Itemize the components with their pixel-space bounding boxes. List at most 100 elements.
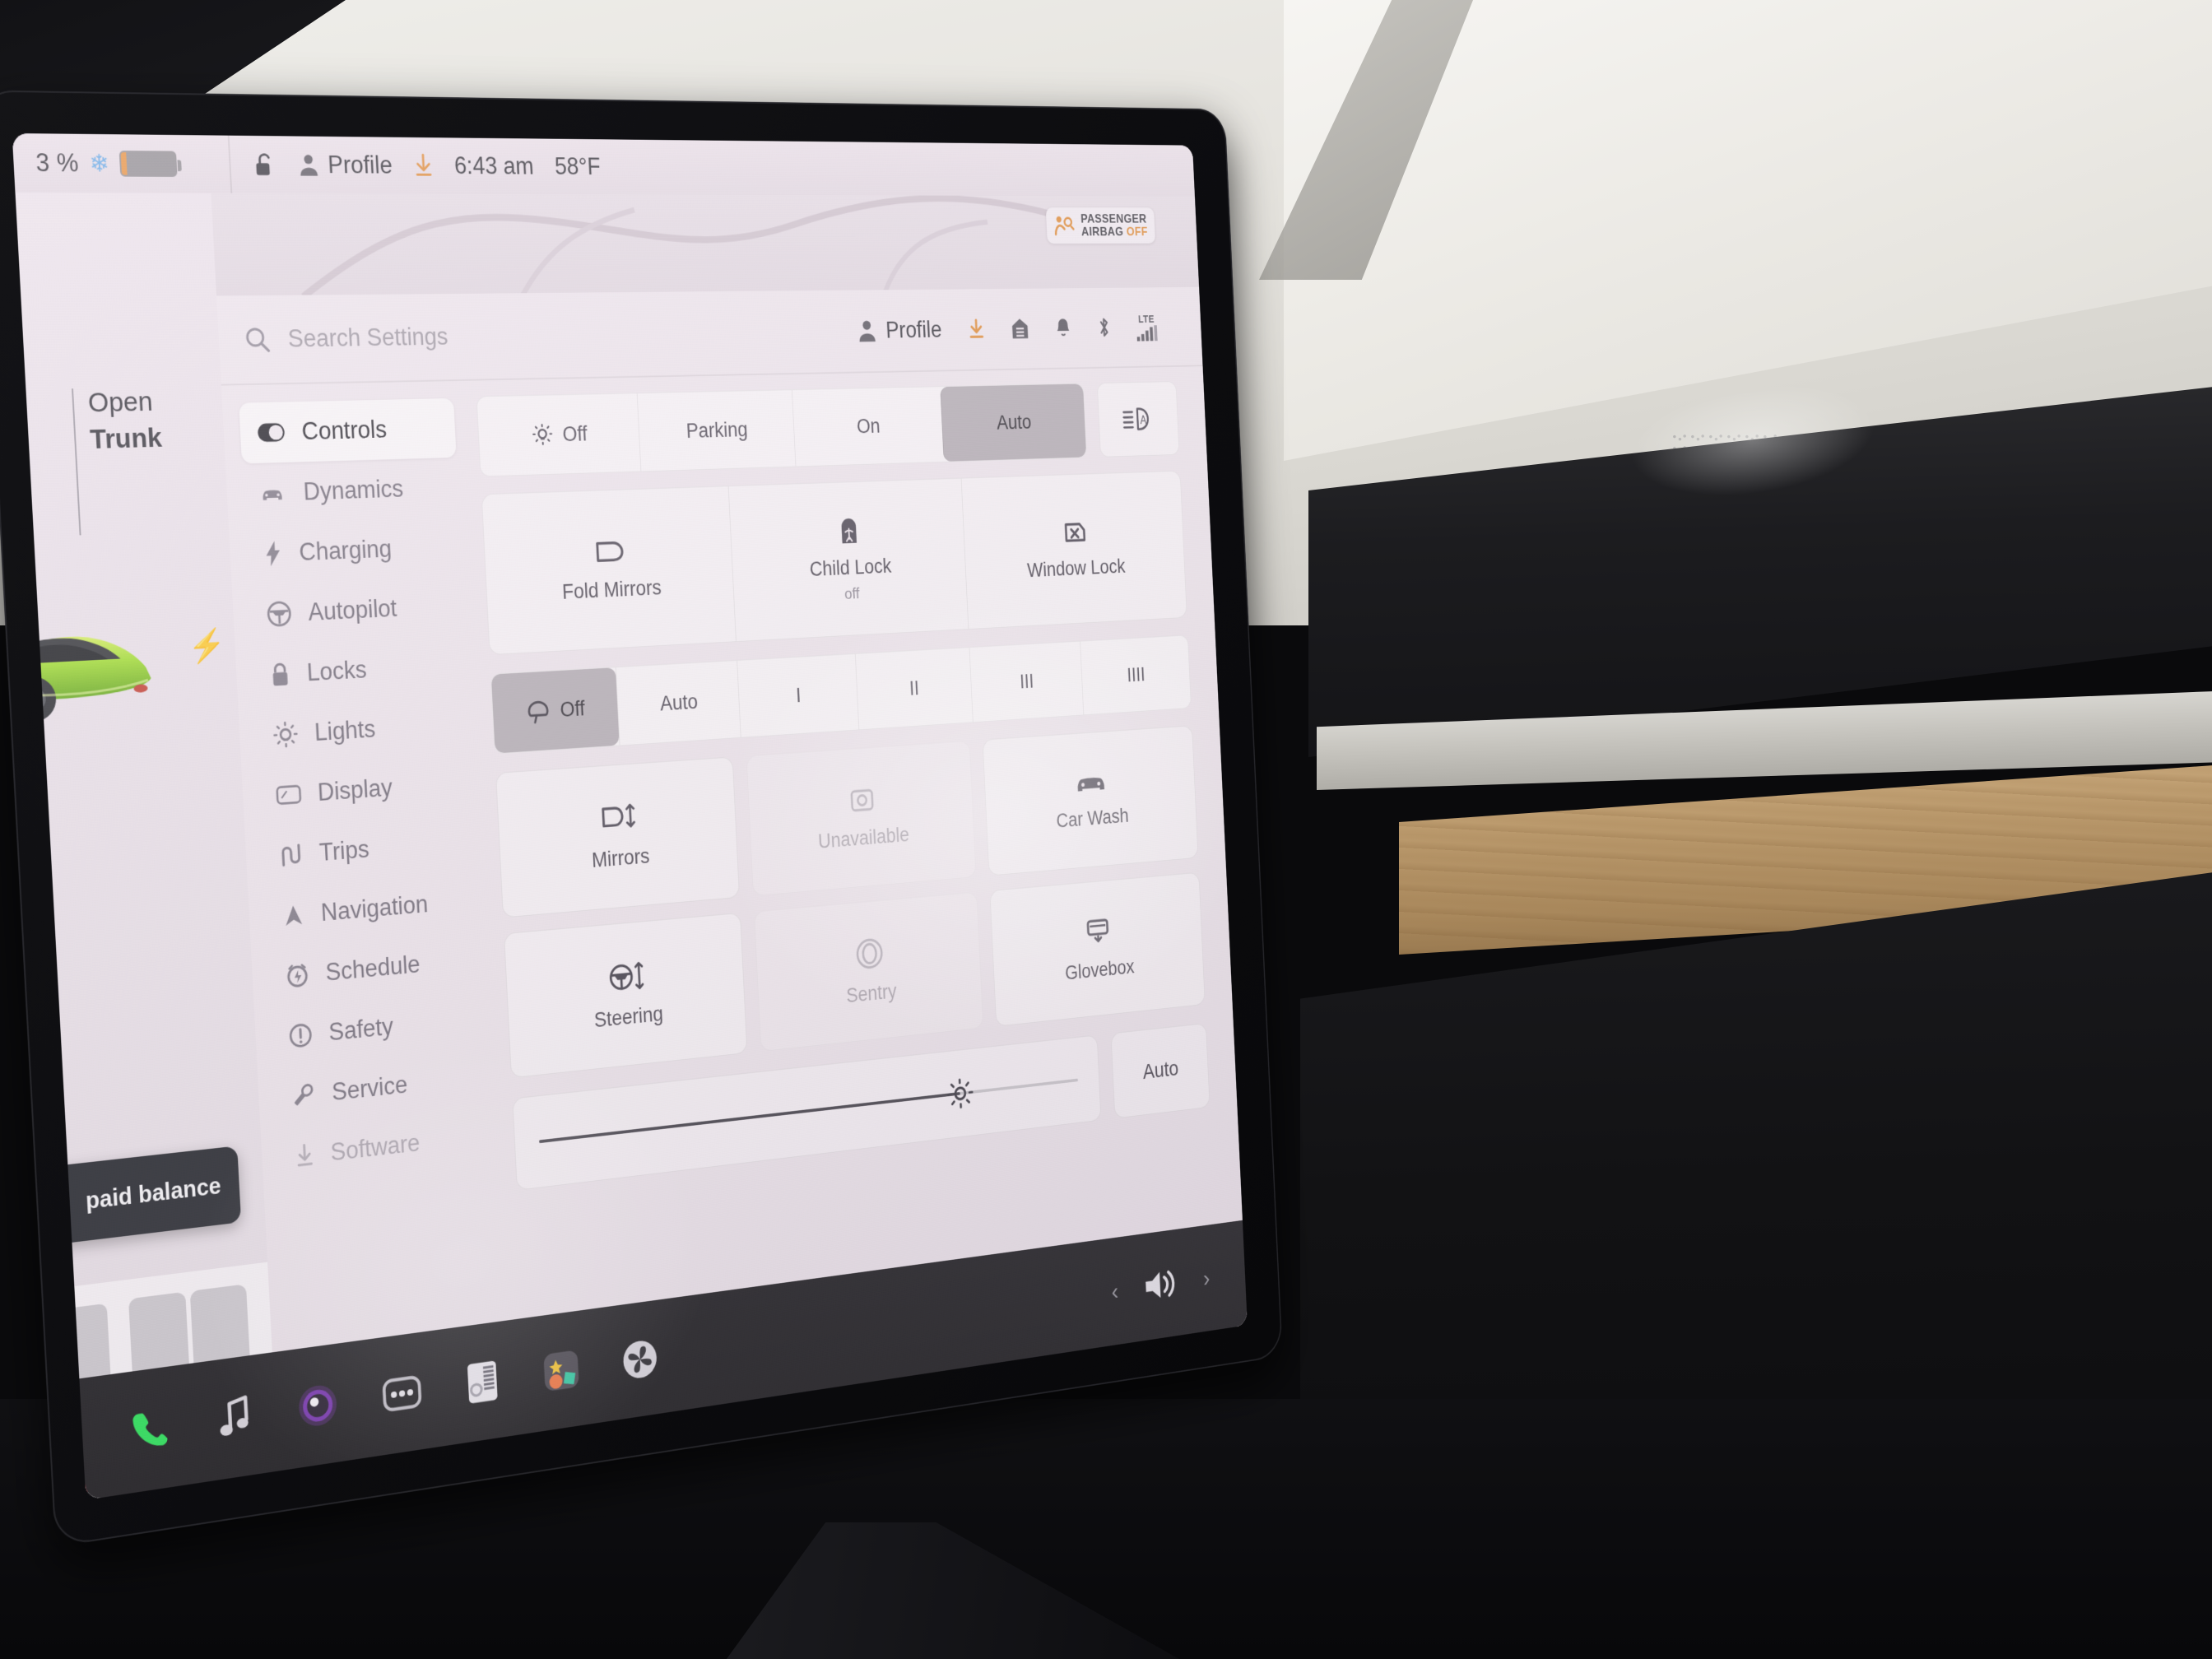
glovebox-card[interactable]: Glovebox bbox=[989, 871, 1206, 1027]
toast-text: paid balance bbox=[85, 1173, 222, 1215]
card-label: Unavailable bbox=[817, 823, 910, 853]
sidebar-item-autopilot[interactable]: Autopilot bbox=[249, 575, 466, 645]
headlight-option-label: On bbox=[856, 414, 881, 438]
charge-port-bolt-icon: ⚡ bbox=[187, 627, 227, 665]
card-label: Steering bbox=[593, 1001, 664, 1032]
outside-temperature: 58°F bbox=[554, 152, 602, 180]
chevron-left-icon[interactable]: ‹ bbox=[1111, 1277, 1119, 1306]
sentry-mode-icon bbox=[854, 935, 885, 972]
garage-door-icon[interactable] bbox=[1011, 317, 1030, 341]
notification-bell-icon[interactable] bbox=[1055, 317, 1072, 339]
chevron-right-icon[interactable]: › bbox=[1202, 1264, 1211, 1292]
mirrors-card[interactable]: Mirrors bbox=[495, 756, 741, 918]
headlight-row: Off Parking On Auto A bbox=[476, 381, 1180, 477]
open-trunk-callout[interactable]: Open Trunk bbox=[72, 383, 167, 536]
auto-high-beam-button[interactable]: A bbox=[1096, 381, 1180, 458]
wiper-option-1[interactable]: I bbox=[737, 653, 859, 737]
sidebar-item-controls[interactable]: Controls bbox=[239, 397, 457, 464]
trunk-action-label: Open bbox=[87, 386, 154, 419]
wiper-option-auto[interactable]: Auto bbox=[616, 660, 741, 746]
map-strip[interactable]: PASSENGER AIRBAG OFF bbox=[209, 193, 1200, 298]
steering-wheel-icon bbox=[266, 600, 293, 628]
download-icon[interactable] bbox=[968, 318, 985, 342]
wiper-option-off[interactable]: Off bbox=[490, 667, 620, 754]
unlocked-padlock-icon[interactable] bbox=[253, 150, 276, 179]
phone-icon[interactable] bbox=[128, 1405, 172, 1454]
charging-bolt-icon bbox=[263, 540, 283, 568]
wiper-option-label: IIII bbox=[1126, 662, 1146, 686]
settings-profile-button[interactable]: Profile bbox=[857, 317, 942, 345]
trip-route-icon bbox=[279, 843, 304, 868]
wiper-option-3[interactable]: III bbox=[969, 641, 1084, 723]
cellular-signal: LTE bbox=[1136, 313, 1158, 342]
tuner-icon[interactable] bbox=[462, 1357, 502, 1407]
tile-label: Child Lock bbox=[809, 554, 892, 581]
sidebar-label: Display bbox=[317, 774, 393, 806]
status-profile-label: Profile bbox=[327, 151, 393, 179]
headlight-option-label: Parking bbox=[685, 417, 749, 443]
wiper-option-2[interactable]: II bbox=[854, 648, 973, 730]
brightness-sun-icon[interactable] bbox=[946, 1076, 975, 1111]
wiper-blade-icon bbox=[526, 698, 551, 724]
volume-speaker-icon[interactable] bbox=[1141, 1264, 1180, 1306]
green-tesla-car-render[interactable] bbox=[15, 571, 199, 737]
airbag-text: PASSENGER AIRBAG OFF bbox=[1080, 211, 1148, 239]
mirror-adjust-icon bbox=[598, 801, 639, 835]
software-download-icon[interactable] bbox=[413, 153, 433, 179]
sidebar-label: Navigation bbox=[320, 890, 429, 927]
screen-surface[interactable]: 3 % ❄ Profile 6:43 am 58°F PASSENGER AIR… bbox=[12, 132, 1248, 1500]
sidebar-label: Charging bbox=[298, 534, 393, 566]
apps-icon[interactable] bbox=[541, 1346, 582, 1395]
fold-mirrors-tile[interactable]: Fold Mirrors bbox=[482, 486, 737, 654]
volume-control[interactable]: ‹ › bbox=[1111, 1260, 1211, 1311]
sidebar-label: Schedule bbox=[324, 950, 421, 987]
sidebar-label: Dynamics bbox=[302, 474, 404, 506]
bluetooth-icon[interactable] bbox=[1096, 316, 1112, 339]
window-lock-tile[interactable]: Window Lock bbox=[960, 471, 1187, 630]
battery-percent: 3 % bbox=[35, 148, 80, 178]
unavailable-card: Unavailable bbox=[746, 740, 977, 897]
center-touchscreen[interactable]: 3 % ❄ Profile 6:43 am 58°F PASSENGER AIR… bbox=[0, 90, 1283, 1548]
headlight-option-parking[interactable]: Parking bbox=[636, 390, 796, 472]
snowflake-icon: ❄ bbox=[88, 150, 110, 178]
settings-header-icons: Profile LTE bbox=[857, 313, 1182, 346]
clock: 6:43 am bbox=[453, 151, 535, 180]
music-icon[interactable] bbox=[214, 1393, 254, 1442]
climate-fan-icon[interactable] bbox=[620, 1336, 660, 1383]
brightness-auto-button[interactable]: Auto bbox=[1110, 1022, 1211, 1119]
airbag-line2: AIRBAG bbox=[1080, 225, 1124, 239]
sidebar-label: Service bbox=[331, 1070, 408, 1106]
car-wash-card[interactable]: Car Wash bbox=[982, 725, 1199, 876]
headlight-option-on[interactable]: On bbox=[791, 387, 944, 467]
light-bulb-icon bbox=[272, 720, 300, 749]
sidebar-item-charging[interactable]: Charging bbox=[245, 517, 462, 585]
settings-profile-label: Profile bbox=[885, 316, 943, 343]
headlight-option-auto[interactable]: Auto bbox=[940, 383, 1087, 462]
svg-text:A: A bbox=[1140, 415, 1147, 427]
search-input[interactable]: Search Settings bbox=[244, 318, 841, 354]
tile-sublabel: off bbox=[843, 585, 860, 603]
card-label: Sentry bbox=[845, 979, 898, 1007]
headlight-option-off[interactable]: Off bbox=[477, 393, 641, 476]
child-lock-icon bbox=[836, 514, 861, 546]
headlight-segmented-control[interactable]: Off Parking On Auto bbox=[476, 383, 1087, 477]
window-lock-icon bbox=[1062, 517, 1089, 546]
brightness-track[interactable] bbox=[538, 1076, 1079, 1144]
sidebar-label: Locks bbox=[306, 655, 368, 687]
status-profile[interactable]: Profile bbox=[297, 151, 393, 179]
tile-label: Fold Mirrors bbox=[561, 575, 662, 603]
wiper-option-4[interactable]: IIII bbox=[1080, 635, 1192, 715]
glovebox-icon bbox=[1083, 914, 1113, 948]
cellular-signal-icon bbox=[1136, 324, 1158, 342]
display-screen-icon bbox=[276, 783, 302, 806]
child-lock-tile[interactable]: Child Lock off bbox=[727, 478, 969, 642]
sidebar-item-dynamics[interactable]: Dynamics bbox=[242, 458, 459, 524]
open-trunk-text: Open Trunk bbox=[87, 383, 163, 458]
more-apps-icon[interactable] bbox=[380, 1369, 423, 1418]
dashcam-icon[interactable] bbox=[295, 1380, 341, 1432]
schedule-clock-icon bbox=[285, 962, 310, 989]
search-placeholder: Search Settings bbox=[287, 323, 449, 353]
callout-line bbox=[72, 388, 81, 536]
card-label: Glovebox bbox=[1064, 955, 1136, 984]
steering-card[interactable]: Steering bbox=[504, 912, 748, 1079]
